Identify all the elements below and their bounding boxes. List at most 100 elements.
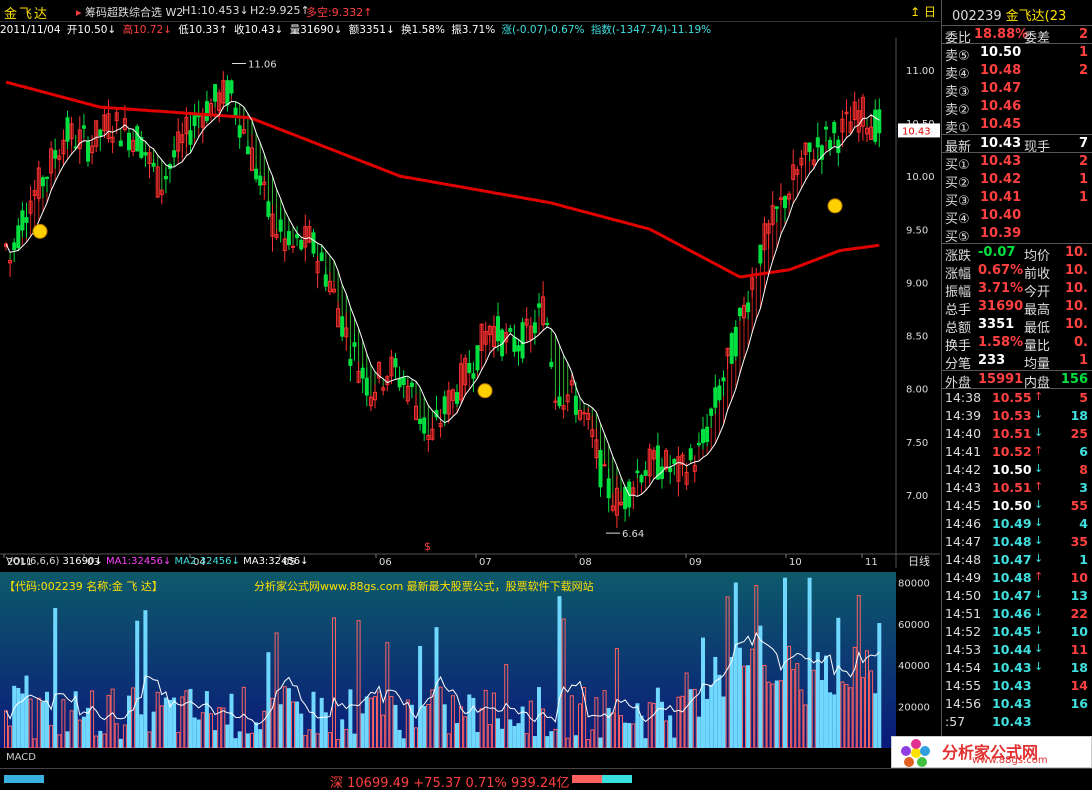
volume-bar bbox=[135, 620, 140, 748]
volume-bar bbox=[266, 652, 271, 748]
volume-bar bbox=[496, 718, 500, 748]
volume-bar bbox=[815, 652, 820, 748]
bid-row[interactable]: 买① 10.43 2 bbox=[942, 153, 1092, 173]
volume-bar bbox=[229, 693, 234, 748]
candle-body bbox=[237, 125, 242, 138]
volume-bar bbox=[508, 719, 513, 748]
bid-row[interactable]: 买⑤ 10.39 bbox=[942, 225, 1092, 245]
volume-bar bbox=[311, 691, 316, 748]
candle-body bbox=[467, 363, 472, 373]
volume-bar bbox=[774, 680, 779, 748]
formula-name[interactable]: ▸ 筹码超跌综合选 W2 bbox=[76, 4, 183, 20]
volume-bar bbox=[643, 738, 648, 748]
ask-row[interactable]: 卖① 10.45 bbox=[942, 116, 1092, 136]
ask-list: 卖⑤ 10.50 1 卖④ 10.48 2 卖③ 10.47 卖② 10.46 卖① 10.45 bbox=[942, 44, 1092, 136]
candle-body bbox=[701, 429, 705, 444]
volume-bar bbox=[278, 704, 283, 748]
candle-body bbox=[557, 396, 562, 407]
index-ticker[interactable]: 深 10699.49 +75.37 0.71% 939.24亿 bbox=[330, 772, 569, 790]
volume-chart[interactable]: 80000 60000 40000 20000 bbox=[0, 572, 940, 748]
candle-body bbox=[53, 150, 58, 159]
low-label: 6.64 bbox=[622, 529, 644, 540]
volume-bar bbox=[204, 691, 209, 748]
candle-body bbox=[815, 137, 820, 148]
volume-bar bbox=[237, 731, 242, 748]
candle-body bbox=[163, 175, 168, 180]
volume-bar bbox=[598, 737, 603, 748]
h2-value: H2:9.925↑ bbox=[250, 4, 310, 17]
bid-row[interactable]: 买③ 10.41 1 bbox=[942, 189, 1092, 209]
candle-body bbox=[364, 377, 369, 396]
vol-label: VOL(6,6,6) bbox=[6, 556, 60, 567]
price-tick-label: 7.00 bbox=[906, 491, 928, 502]
candle-body bbox=[245, 146, 250, 155]
candlestick-chart[interactable]: 11.0010.5010.009.509.008.508.007.507.001… bbox=[0, 38, 940, 568]
volume-bar bbox=[98, 730, 103, 748]
volume-bar bbox=[688, 689, 693, 748]
stat-row: 总额 3351 最低 10. bbox=[945, 317, 1088, 336]
volume-bar bbox=[828, 692, 833, 748]
anchor-day-icons[interactable]: ↥ 日 bbox=[910, 3, 936, 20]
tick-row: 14:38 10.55 ↑ 5 bbox=[945, 390, 1088, 405]
tick-row: 14:54 10.43 ↓ 18 bbox=[945, 660, 1088, 675]
ask-row[interactable]: 卖⑤ 10.50 1 bbox=[942, 44, 1092, 64]
quote-code: 002239 bbox=[952, 9, 1002, 24]
candle-body bbox=[713, 387, 718, 408]
candle-body bbox=[401, 377, 406, 385]
candle-body bbox=[143, 152, 148, 156]
volume-bar bbox=[627, 723, 632, 748]
volume-bar bbox=[418, 645, 423, 748]
info-index: 指数(-1347.74)-11.19% bbox=[590, 24, 712, 36]
macd-bar[interactable]: MACD bbox=[0, 752, 940, 766]
volume-bar bbox=[623, 722, 628, 748]
macd-label: MACD bbox=[6, 752, 36, 763]
tick-row: 14:52 10.45 ↓ 10 bbox=[945, 624, 1088, 639]
price-tick-label: 9.50 bbox=[906, 225, 928, 236]
volume-bar bbox=[537, 687, 541, 748]
volume-bar bbox=[340, 719, 345, 748]
candle-body bbox=[86, 140, 90, 162]
candle-body bbox=[512, 336, 517, 352]
info-amount: 额3351↓ bbox=[348, 24, 395, 36]
info-turnover: 换1.58% bbox=[401, 24, 445, 36]
info-low: 低10.33↑ bbox=[178, 24, 228, 36]
volume-bar bbox=[442, 704, 447, 748]
candle-body bbox=[360, 367, 365, 379]
volume-bar bbox=[832, 694, 837, 748]
volume-tick-label: 20000 bbox=[898, 703, 930, 714]
bid-row[interactable]: 买④ 10.40 bbox=[942, 207, 1092, 227]
candle-body bbox=[824, 126, 828, 130]
ask-row[interactable]: 卖④ 10.48 2 bbox=[942, 62, 1092, 82]
volume-bar bbox=[24, 675, 29, 748]
volume-bar bbox=[286, 688, 291, 748]
candle-body bbox=[545, 322, 550, 326]
vol-ma3: MA3:32456↓ bbox=[243, 556, 309, 567]
quote-header: 002239 金飞达(23 bbox=[942, 0, 1092, 26]
outer-inner-row: 外盘 15991 内盘 156 bbox=[942, 371, 1092, 391]
candle-body bbox=[258, 175, 263, 186]
ask-row[interactable]: 卖③ 10.47 bbox=[942, 80, 1092, 100]
volume-bar bbox=[746, 665, 751, 748]
candle-body bbox=[532, 322, 537, 334]
volume-bar bbox=[40, 701, 45, 748]
volume-bar bbox=[668, 715, 673, 748]
tick-list[interactable]: 14:38 10.55 ↑ 5 14:39 10.53 ↓ 18 14:40 10.51 ↓ 25 14… bbox=[942, 389, 1092, 731]
smiley-icon bbox=[477, 383, 493, 399]
volume-bar bbox=[873, 693, 878, 748]
volume-bar bbox=[86, 707, 90, 748]
candle-body bbox=[688, 448, 693, 461]
volume-bar bbox=[254, 722, 259, 748]
volume-bar bbox=[606, 707, 611, 748]
tick-row: 14:39 10.53 ↓ 18 bbox=[945, 408, 1088, 423]
ask-row[interactable]: 卖② 10.46 bbox=[942, 98, 1092, 118]
bid-row[interactable]: 买② 10.42 1 bbox=[942, 171, 1092, 191]
tick-row: 14:43 10.51 ↑ 3 bbox=[945, 480, 1088, 495]
stat-row: 振幅 3.71% 今开 10. bbox=[945, 281, 1088, 300]
stat-row: 总手 31690 最高 10. bbox=[945, 299, 1088, 318]
volume-bar bbox=[139, 714, 144, 748]
candle-body bbox=[475, 345, 480, 371]
volume-bar bbox=[233, 738, 238, 748]
candle-body bbox=[668, 467, 673, 473]
volume-bar bbox=[709, 684, 714, 748]
volume-bar bbox=[467, 694, 472, 748]
